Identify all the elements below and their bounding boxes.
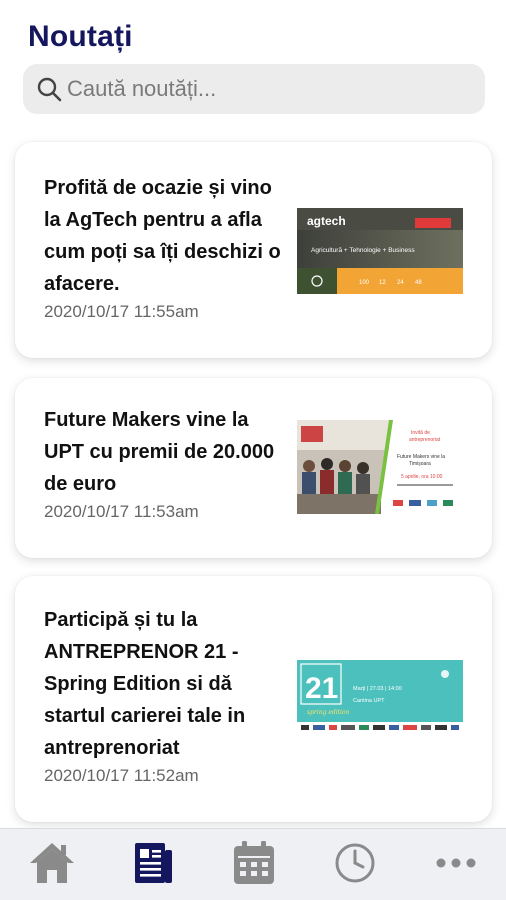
thumb-when: Marți | 27.03 | 14:00 xyxy=(353,686,402,692)
thumb-stat: 24 xyxy=(397,280,404,286)
nav-item-home[interactable] xyxy=(24,841,80,889)
news-date: 2020/10/17 11:52am xyxy=(44,766,199,785)
thumb-number: 21 xyxy=(305,672,338,705)
thumb-line: Future Makers vine la xyxy=(397,454,445,460)
clock-icon xyxy=(332,840,378,891)
news-card[interactable]: Profită de ocazie și vino la AgTech pent… xyxy=(15,142,492,358)
news-thumbnail[interactable]: 21 spring edition Marți | 27.03 | 14:00 … xyxy=(297,660,463,734)
news-title[interactable]: Participă și tu la ANTREPRENOR 21 - Spri… xyxy=(44,604,282,764)
nav-item-history[interactable] xyxy=(327,841,383,889)
thumb-line: 5 aprilie, ora 10:00 xyxy=(401,474,443,480)
search-icon xyxy=(35,75,63,103)
thumb-line: Timișoara xyxy=(409,461,431,467)
news-card[interactable]: Future Makers vine la UPT cu premii de 2… xyxy=(15,378,492,558)
news-title[interactable]: Future Makers vine la UPT cu premii de 2… xyxy=(44,404,282,500)
news-card[interactable]: Participă și tu la ANTREPRENOR 21 - Spri… xyxy=(15,576,492,822)
thumb-logo-text: agtech xyxy=(307,214,346,228)
nav-item-more[interactable] xyxy=(428,841,484,889)
news-icon xyxy=(128,840,176,891)
news-thumbnail[interactable]: Invită de antreprenoriat Future Makers v… xyxy=(297,420,463,514)
calendar-icon xyxy=(230,840,278,891)
bottom-navigation xyxy=(0,828,506,900)
search-input[interactable] xyxy=(67,76,485,102)
more-icon xyxy=(432,840,480,891)
thumb-where: Cantina UPT xyxy=(353,698,385,704)
nav-item-news[interactable] xyxy=(124,841,180,889)
news-thumbnail[interactable]: agtech Agricultură + Tehnologie + Busine… xyxy=(297,208,463,294)
news-date: 2020/10/17 11:53am xyxy=(44,502,199,521)
thumb-line: antreprenoriat xyxy=(409,437,441,443)
home-icon xyxy=(28,840,76,891)
thumb-stat: 48 xyxy=(415,280,422,286)
app-screen: Noutați Profită de ocazie și vino la AgT… xyxy=(0,0,506,900)
thumb-stat: 100 xyxy=(359,280,370,286)
page-title: Noutați xyxy=(28,20,133,53)
news-date: 2020/10/17 11:55am xyxy=(44,302,199,321)
news-title[interactable]: Profită de ocazie și vino la AgTech pent… xyxy=(44,172,282,300)
thumb-caption: spring edition xyxy=(307,709,350,716)
search-bar[interactable] xyxy=(23,64,485,114)
thumb-stat: 12 xyxy=(379,280,386,286)
thumb-tagline: Agricultură + Tehnologie + Business xyxy=(311,247,415,254)
thumb-line: Invită de xyxy=(411,430,430,436)
nav-item-calendar[interactable] xyxy=(226,840,282,891)
